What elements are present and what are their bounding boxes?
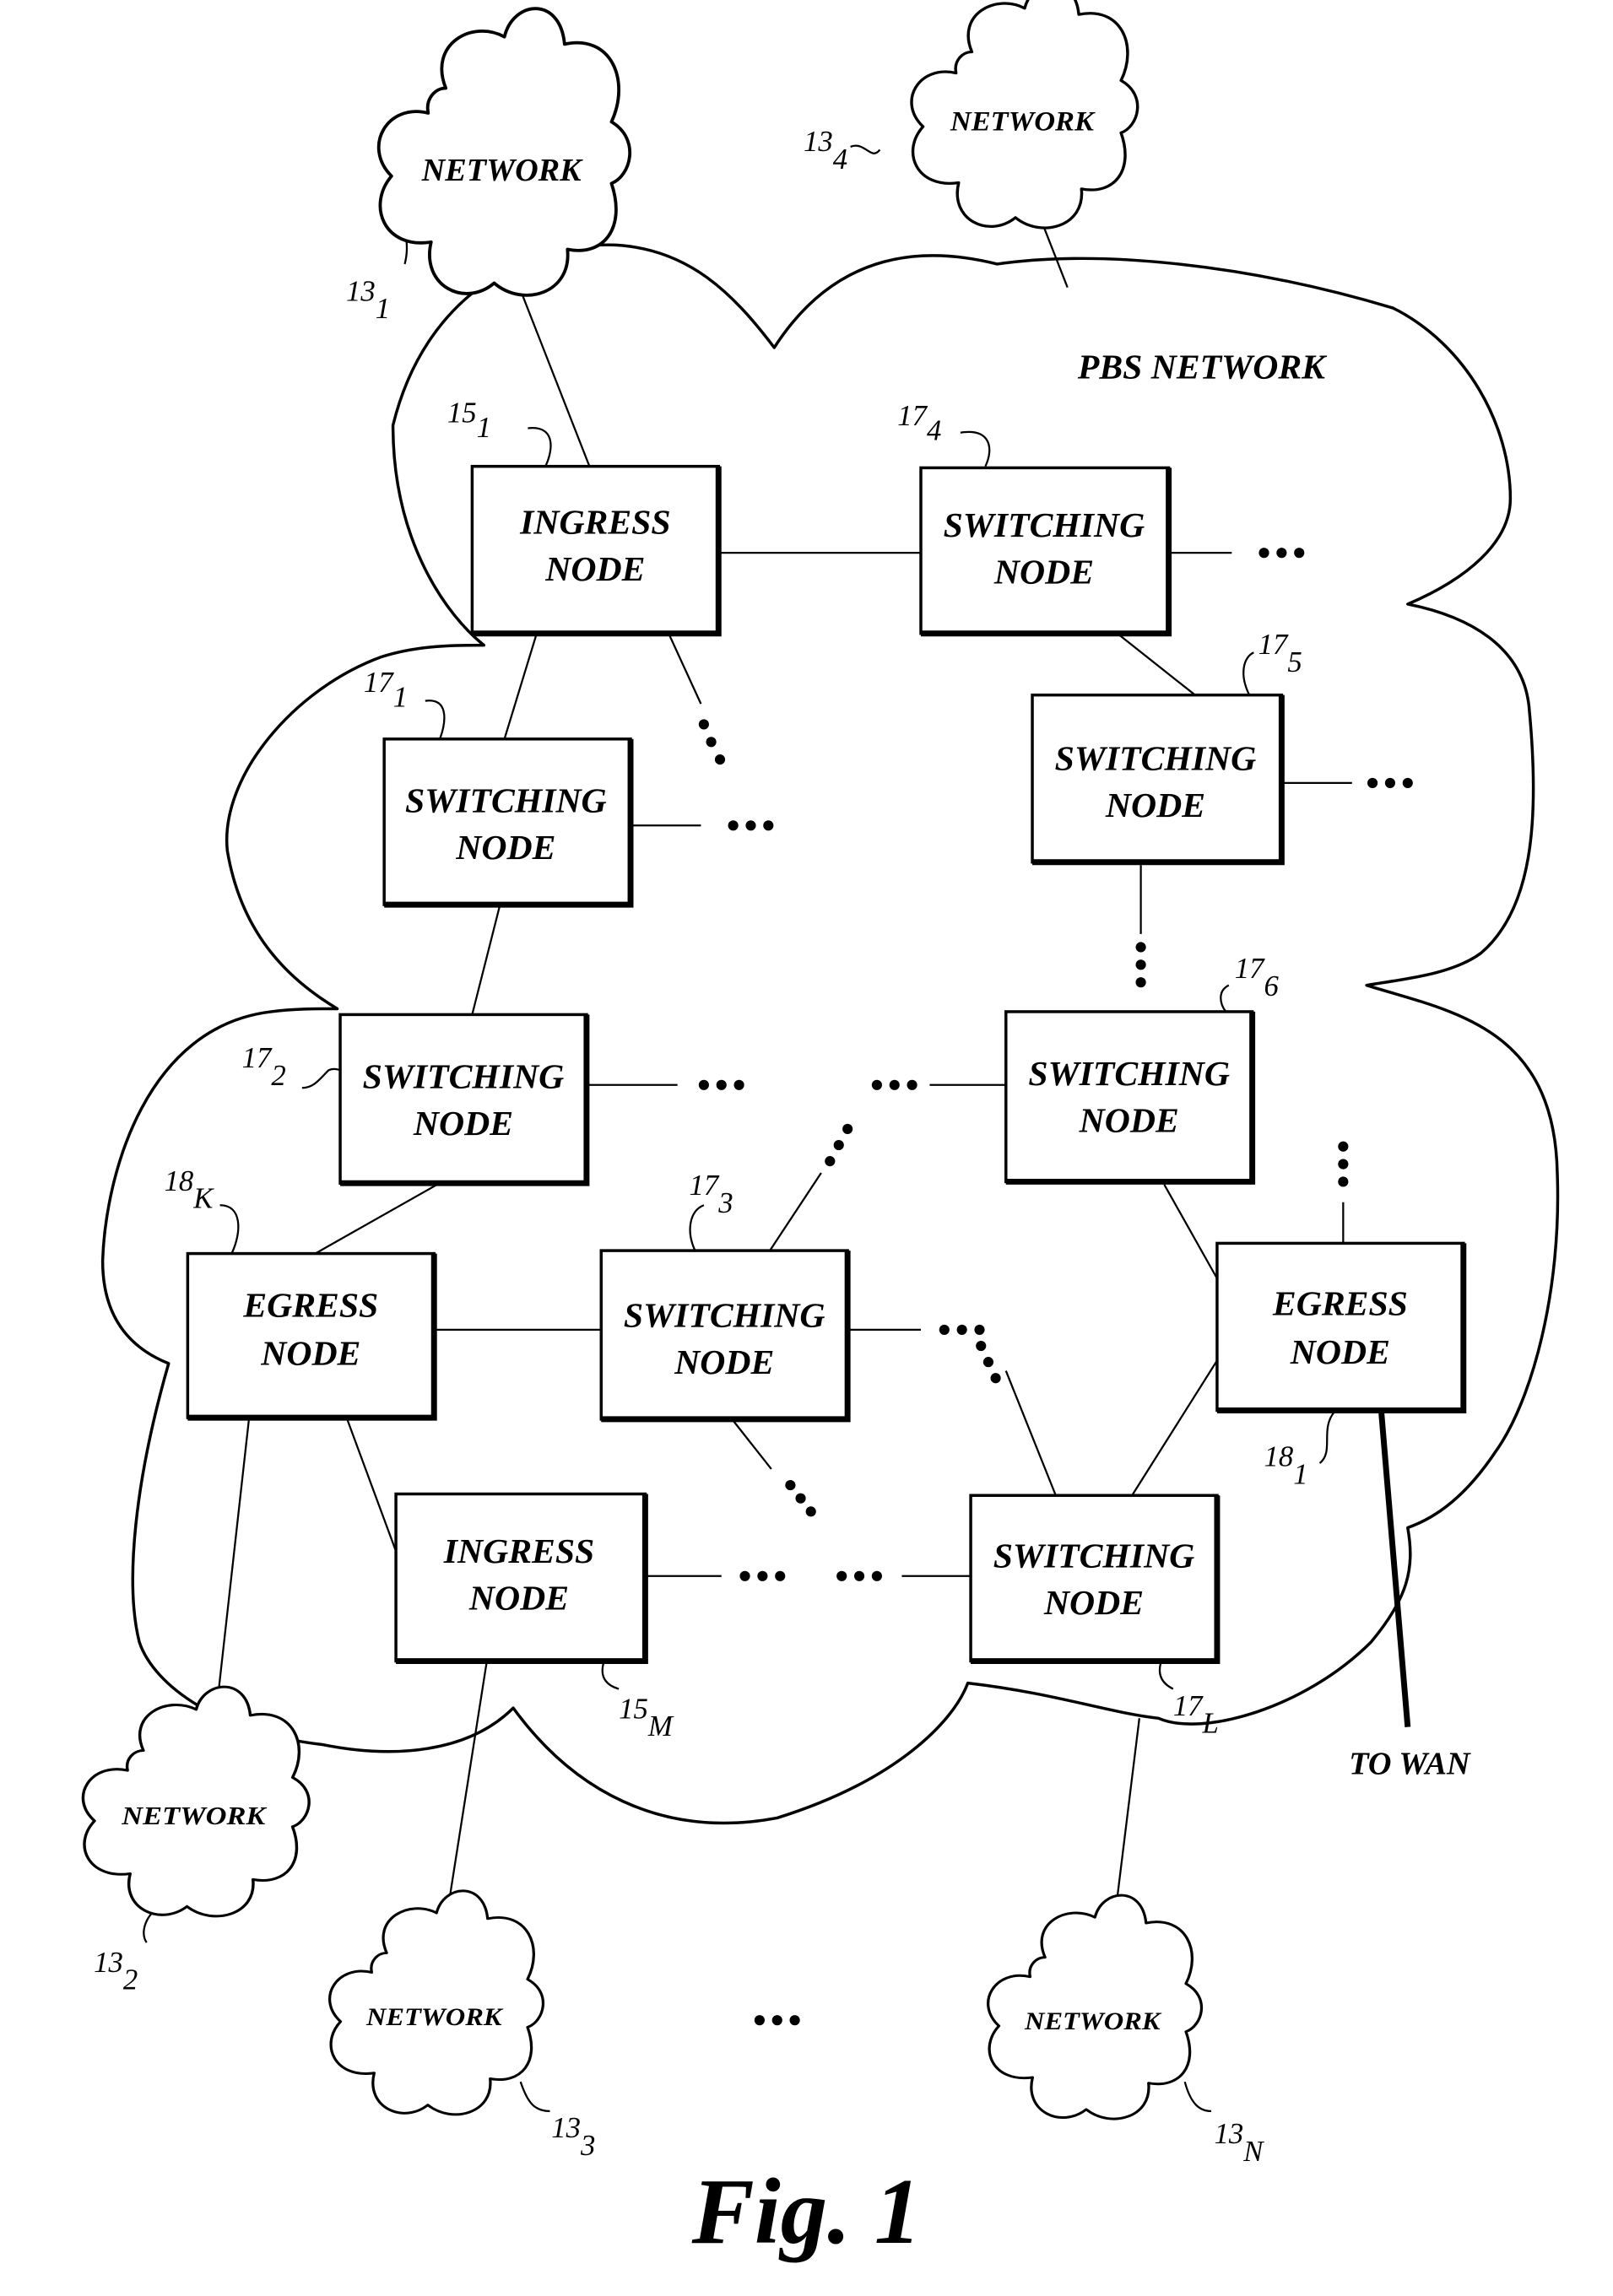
ref-15-1: 151 [447,397,491,444]
ref-17-2: 172 [242,1041,286,1092]
switching-node-17-5: SWITCHING NODE [1031,693,1285,866]
ingress-node-15-m: INGRESS NODE [394,1492,648,1665]
svg-text:NODE: NODE [468,1580,569,1618]
svg-text:EGRESS: EGRESS [242,1286,378,1325]
ref-17-6: 176 [1235,952,1280,1002]
ref-13-2: 132 [94,1946,138,1996]
network-label: NETWORK [421,153,584,188]
ellipsis-icon [754,2015,800,2026]
svg-text:SWITCHING: SWITCHING [624,1296,825,1335]
ellipsis-icon [836,1570,882,1581]
ref-17-5: 175 [1258,628,1302,678]
egress-node-18-k: EGRESS NODE [186,1251,437,1421]
ref-17-l: 17L [1173,1689,1219,1740]
switching-node-17-6: SWITCHING NODE [1004,1010,1256,1185]
svg-text:NODE: NODE [413,1105,513,1143]
switching-node-17-4: SWITCHING NODE [919,466,1172,637]
svg-text:NODE: NODE [674,1343,774,1382]
network-cloud-13-1: NETWORK [376,7,632,297]
ellipsis-icon [698,1079,744,1090]
pbs-network-title: PBS NETWORK [1077,348,1328,386]
svg-text:NODE: NODE [993,554,1094,592]
ref-18-k: 18K [165,1164,215,1215]
network-label: NETWORK [121,1802,268,1831]
ellipsis-icon [785,1479,816,1517]
svg-text:NODE: NODE [1043,1584,1144,1623]
svg-text:SWITCHING: SWITCHING [363,1057,565,1096]
pbs-network-diagram: NETWORK NETWORK NETWORK NETWORK NETWORK … [81,0,1560,2264]
svg-text:NODE: NODE [1290,1333,1390,1372]
ellipsis-icon [728,820,774,831]
ellipsis-icon [825,1123,853,1167]
switching-node-17-l: SWITCHING NODE [969,1494,1221,1665]
switching-node-17-1: SWITCHING NODE [382,737,634,908]
to-wan-link [1378,1411,1411,1728]
network-cloud-13-2: NETWORK [81,1685,311,1918]
ellipsis-icon [698,719,726,765]
svg-text:NODE: NODE [1105,786,1205,825]
ref-17-1: 171 [364,666,408,713]
ref-17-4: 174 [897,399,941,446]
svg-text:SWITCHING: SWITCHING [1055,739,1257,778]
egress-node-18-1: EGRESS NODE [1215,1241,1467,1413]
ellipsis-icon [1258,548,1305,559]
svg-text:EGRESS: EGRESS [1272,1285,1408,1324]
svg-text:NODE: NODE [455,829,555,867]
svg-text:NODE: NODE [544,550,645,589]
svg-text:SWITCHING: SWITCHING [405,782,607,821]
ref-18-1: 181 [1264,1440,1308,1490]
svg-text:NODE: NODE [1079,1101,1179,1140]
svg-text:SWITCHING: SWITCHING [1028,1055,1230,1094]
svg-text:SWITCHING: SWITCHING [944,506,1145,545]
ellipsis-icon [871,1079,917,1090]
network-label: NETWORK [1024,2007,1162,2034]
ref-13-3: 133 [551,2111,595,2162]
switching-node-17-2: SWITCHING NODE [338,1013,590,1186]
figure-caption: Fig. 1 [691,2160,922,2264]
network-label: NETWORK [365,2002,504,2030]
svg-text:INGRESS: INGRESS [519,504,670,543]
ingress-node-15-1: INGRESS NODE [470,464,722,637]
ref-15-m: 15M [619,1692,674,1742]
svg-text:INGRESS: INGRESS [443,1532,594,1571]
ref-13-4: 134 [804,125,847,176]
ellipsis-icon [1135,942,1146,988]
ellipsis-icon [939,1324,985,1336]
svg-text:NODE: NODE [260,1335,360,1374]
ref-13-1: 131 [346,274,390,325]
switching-node-17-3: SWITCHING NODE [599,1249,851,1423]
to-wan-label: TO WAN [1349,1746,1471,1781]
ellipsis-icon [1338,1141,1349,1187]
network-cloud-13-n: NETWORK [987,1894,1204,2120]
network-label: NETWORK [950,106,1096,137]
ellipsis-icon [1367,777,1413,788]
network-cloud-13-3: NETWORK [327,1889,545,2116]
svg-text:SWITCHING: SWITCHING [993,1537,1195,1575]
ellipsis-icon [976,1340,1001,1384]
pbs-network-boundary [100,243,1560,1825]
ellipsis-icon [739,1570,786,1581]
ref-13-n: 13N [1214,2117,1264,2168]
network-cloud-13-4: NETWORK [910,0,1139,230]
